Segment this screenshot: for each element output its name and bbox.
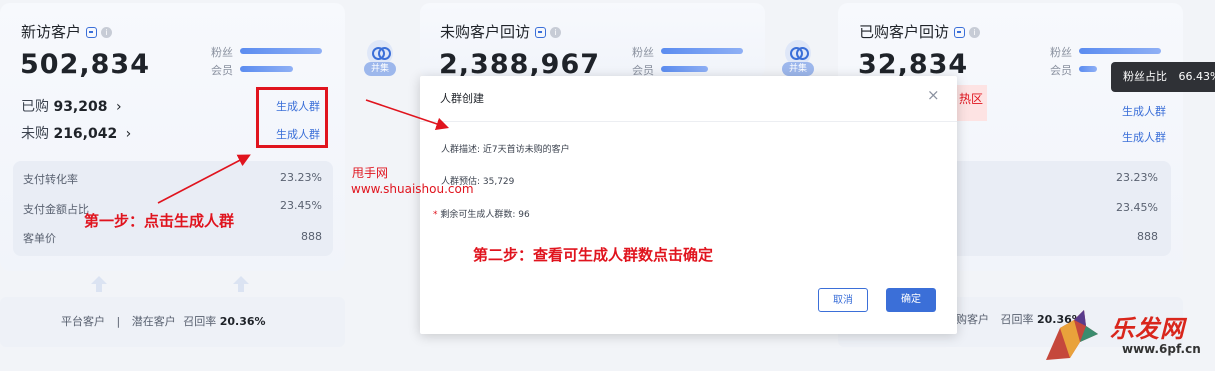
stat-label-aov: 客单价 bbox=[23, 232, 56, 245]
potential-customers: 潜在客户 bbox=[131, 315, 176, 328]
card3-title: 已购客户回访 bbox=[859, 23, 950, 41]
fans-bar bbox=[1079, 48, 1161, 54]
watermark-brand: 乐发网 bbox=[1110, 314, 1185, 343]
union-label: 并集 bbox=[782, 62, 814, 76]
up-arrow-stem bbox=[238, 284, 244, 292]
info-icon[interactable]: i bbox=[550, 27, 562, 38]
stat-value-amount-share: 23.45% bbox=[1116, 201, 1158, 214]
site-name: 甩手网 bbox=[352, 166, 389, 180]
fans-bar bbox=[661, 48, 743, 54]
create-segment-link-2[interactable]: 生成人群 bbox=[276, 126, 320, 142]
card2-title: 未购客户回访 bbox=[440, 23, 531, 41]
fans-bar bbox=[240, 48, 322, 54]
unpurchased-row[interactable]: 未购 216,042 › bbox=[21, 123, 131, 143]
legend-fans: 粉丝 bbox=[1050, 46, 1072, 59]
segment-create-modal: 人群创建 × 人群描述: 近7天首访未购的客户 人群预估: 35,729 * 剩… bbox=[420, 76, 957, 334]
toggle-icon[interactable] bbox=[86, 27, 98, 38]
watermark-url: www.6pf.cn bbox=[1122, 342, 1201, 356]
union-icon-2[interactable]: 并集 bbox=[776, 36, 820, 80]
card3-title-wrap: 已购客户回访 i bbox=[859, 21, 981, 42]
chevron-right-icon: › bbox=[125, 126, 132, 142]
site-url: www.shuaishou.com bbox=[351, 182, 474, 196]
union-label: 并集 bbox=[364, 62, 396, 76]
card1-title: 新访客户 bbox=[21, 23, 82, 41]
chevron-right-icon: › bbox=[115, 99, 122, 115]
step2-annotation: 第二步：查看可生成人群数点击确定 bbox=[473, 246, 714, 264]
toggle-icon[interactable] bbox=[535, 27, 547, 38]
cancel-button[interactable]: 取消 bbox=[818, 288, 868, 312]
step1-annotation: 第一步：点击生成人群 bbox=[84, 212, 235, 230]
purchased-value: 93,208 bbox=[53, 99, 108, 115]
legend-members: 会员 bbox=[211, 64, 233, 77]
stat-label-amount-share: 支付金额占比 bbox=[23, 203, 89, 216]
legend-fans: 粉丝 bbox=[632, 46, 654, 59]
ring-right bbox=[378, 47, 391, 60]
create-segment-link-1[interactable]: 生成人群 bbox=[276, 98, 320, 114]
watermark-logo-icon bbox=[1046, 310, 1098, 360]
up-arrow-stem bbox=[96, 284, 102, 292]
required-mark: * bbox=[433, 210, 438, 220]
card2-title-wrap: 未购客户回访 i bbox=[440, 21, 562, 42]
fans-share-tooltip: 粉丝占比 66.43% bbox=[1111, 62, 1215, 92]
bottom-text-left: 平台客户 | 潜在客户 召回率 20.36% bbox=[61, 313, 266, 329]
platform-customers: 平台客户 bbox=[61, 315, 105, 328]
legend-fans: 粉丝 bbox=[211, 46, 233, 59]
purchased-customers: 购客户 bbox=[956, 313, 989, 326]
create-segment-link-4[interactable]: 生成人群 bbox=[1122, 129, 1166, 145]
remaining-quota: * 剩余可生成人群数: 96 bbox=[433, 207, 530, 220]
tooltip-label: 粉丝占比 bbox=[1123, 70, 1167, 83]
stat-value-amount-share: 23.45% bbox=[280, 199, 322, 212]
members-bar bbox=[1079, 66, 1097, 72]
stat-value-conversion: 23.23% bbox=[1116, 171, 1158, 184]
modal-title: 人群创建 bbox=[440, 92, 484, 105]
stat-label-conversion: 支付转化率 bbox=[23, 173, 78, 186]
stat-value-conversion: 23.23% bbox=[280, 171, 322, 184]
confirm-button[interactable]: 确定 bbox=[886, 288, 936, 312]
unpurchased-value: 216,042 bbox=[53, 126, 118, 142]
segment-description: 人群描述: 近7天首访未购的客户 bbox=[441, 145, 570, 155]
tooltip-value: 66.43% bbox=[1178, 70, 1215, 83]
remaining-text: 剩余可生成人群数: 96 bbox=[440, 210, 530, 220]
up-arrow-icon bbox=[233, 276, 249, 284]
members-bar bbox=[661, 66, 708, 72]
stat-value-aov: 888 bbox=[1137, 230, 1158, 243]
card1-value: 502,834 bbox=[20, 49, 150, 80]
info-icon[interactable]: i bbox=[969, 27, 981, 38]
recall-rate: 20.36% bbox=[219, 315, 266, 328]
legend-members: 会员 bbox=[1050, 64, 1072, 77]
info-icon[interactable]: i bbox=[101, 27, 113, 38]
card1-title-wrap: 新访客户 i bbox=[21, 21, 113, 42]
stat-value-aov: 888 bbox=[301, 230, 322, 243]
purchased-label: 已购 bbox=[21, 99, 49, 115]
hot-zone-label: 热区 bbox=[959, 92, 984, 106]
toggle-icon[interactable] bbox=[954, 27, 966, 38]
recall-label: 召回率 bbox=[1000, 313, 1034, 326]
separator: | bbox=[116, 315, 121, 328]
union-icon-1[interactable]: 并集 bbox=[358, 36, 402, 80]
up-arrow-icon bbox=[91, 276, 107, 284]
members-bar bbox=[240, 66, 293, 72]
recall-label: 召回率 bbox=[183, 315, 217, 328]
purchased-row[interactable]: 已购 93,208 › bbox=[21, 96, 122, 116]
close-icon[interactable]: × bbox=[927, 86, 940, 104]
unpurchased-label: 未购 bbox=[21, 126, 49, 142]
modal-divider bbox=[420, 121, 957, 122]
ring-right bbox=[796, 47, 809, 60]
create-segment-link-3[interactable]: 生成人群 bbox=[1122, 103, 1166, 119]
